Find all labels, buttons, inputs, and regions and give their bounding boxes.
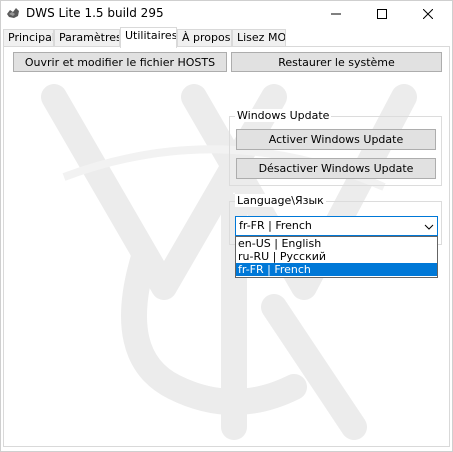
restore-system-button[interactable]: Restaurer le système [231, 52, 442, 72]
minimize-icon [331, 13, 341, 15]
enable-windows-update-button[interactable]: Activer Windows Update [236, 129, 436, 150]
tab-lisez-moi[interactable]: Lisez MOI [232, 29, 286, 47]
language-option-ru-ru[interactable]: ru-RU | Русский [236, 250, 437, 263]
app-window: DWS Lite 1.5 build 295 Principal Paramèt… [0, 0, 453, 452]
tab-parametres[interactable]: Paramètres [54, 29, 120, 47]
language-select[interactable]: fr-FR | French [235, 216, 438, 236]
windows-update-group-title: Windows Update [235, 109, 332, 122]
minimize-button[interactable] [313, 1, 359, 27]
title-bar[interactable]: DWS Lite 1.5 build 295 [1, 1, 452, 27]
close-button[interactable] [405, 1, 451, 27]
tab-utilitaires[interactable]: Utilitaires [120, 27, 177, 48]
maximize-button[interactable] [359, 1, 405, 27]
close-icon [423, 9, 433, 19]
language-select-value: fr-FR | French [239, 219, 312, 232]
tab-strip: Principal Paramètres Utilitaires À propo… [1, 27, 452, 48]
window-title: DWS Lite 1.5 build 295 [26, 6, 164, 20]
tab-a-propos[interactable]: À propos [177, 29, 232, 47]
disable-windows-update-button[interactable]: Désactiver Windows Update [236, 158, 436, 179]
language-dropdown-list: en-US | English ru-RU | Русский fr-FR | … [235, 236, 438, 278]
language-option-en-us[interactable]: en-US | English [236, 237, 437, 250]
utilities-panel: Ouvrir et modifier le fichier HOSTS Rest… [3, 47, 450, 447]
tab-principal[interactable]: Principal [3, 29, 54, 47]
dws-app-icon [6, 7, 20, 19]
language-group-title: Language\Язык [235, 194, 326, 207]
maximize-icon [377, 9, 387, 19]
language-option-fr-fr[interactable]: fr-FR | French [236, 263, 437, 276]
chevron-down-icon[interactable] [424, 221, 434, 234]
open-hosts-button[interactable]: Ouvrir et modifier le fichier HOSTS [13, 52, 227, 72]
